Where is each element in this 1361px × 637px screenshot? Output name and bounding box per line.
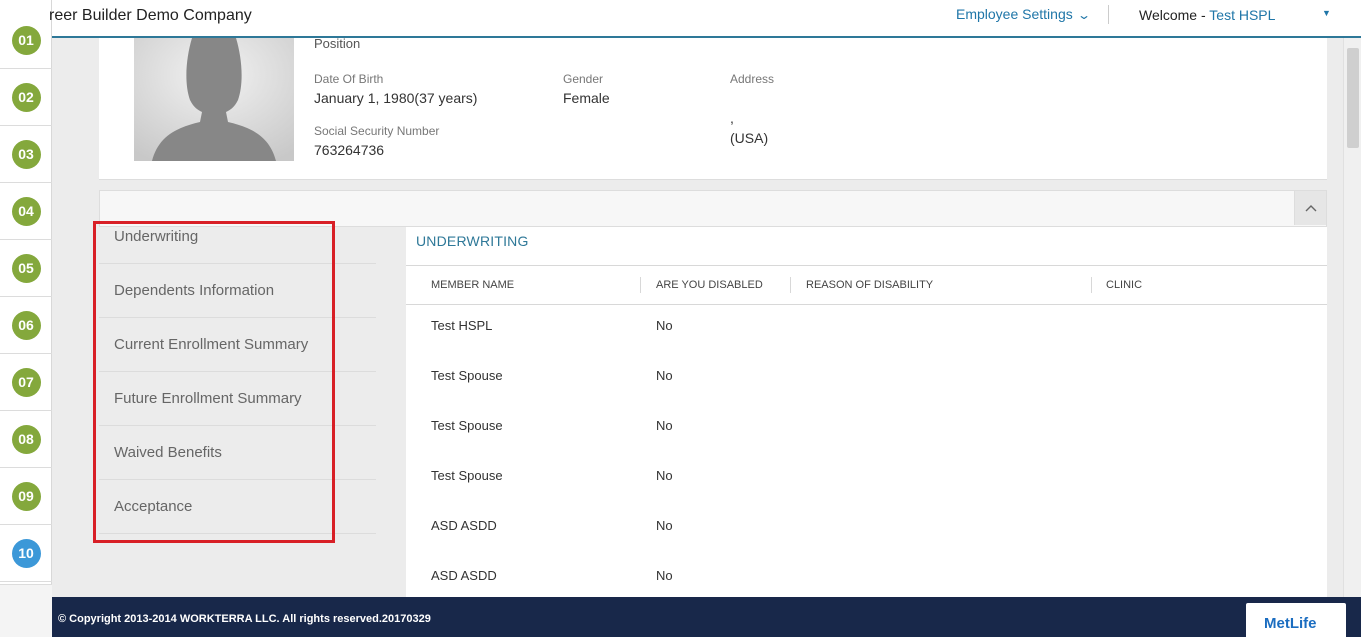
step-number: 09 <box>11 481 41 511</box>
disabled-cell: No <box>656 318 673 333</box>
step-number: 08 <box>11 424 41 454</box>
menu-item-current-enrollment-summary[interactable]: Current Enrollment Summary <box>99 318 376 372</box>
member-name-cell: ASD ASDD <box>431 518 497 533</box>
avatar <box>134 38 294 161</box>
step-05[interactable]: 05 <box>0 240 52 297</box>
step-number: 07 <box>11 367 41 397</box>
welcome-label: Welcome - <box>1139 7 1210 23</box>
brand-name: MetLife <box>1264 615 1317 632</box>
employee-settings-label: Employee Settings <box>956 6 1073 22</box>
dob-value: January 1, 1980(37 years) <box>314 90 478 106</box>
table-row: Test HSPL No <box>406 318 1327 368</box>
step-04[interactable]: 04 <box>0 183 52 240</box>
table-row: Test Spouse No <box>406 418 1327 468</box>
chevron-down-icon: ⌄ <box>1076 8 1091 22</box>
menu-item-waived-benefits[interactable]: Waived Benefits <box>99 426 376 480</box>
company-name: reer Builder Demo Company <box>49 7 252 24</box>
collapse-button[interactable] <box>1294 191 1326 225</box>
address-line-2: (USA) <box>730 130 769 146</box>
disabled-cell: No <box>656 418 673 433</box>
metlife-logo: MetLife <box>1246 603 1346 637</box>
step-number: 03 <box>11 139 41 169</box>
gender-value: Female <box>563 90 610 106</box>
step-10[interactable]: 10 <box>0 525 52 582</box>
section-menu: Underwriting Dependents Information Curr… <box>99 227 376 534</box>
member-name-cell: ASD ASDD <box>431 568 497 583</box>
chevron-up-icon <box>1305 205 1316 212</box>
step-01[interactable]: 01 <box>0 12 52 69</box>
menu-item-acceptance[interactable]: Acceptance <box>99 480 376 534</box>
column-header-member-name: MEMBER NAME <box>431 279 515 291</box>
rail-footer <box>0 584 52 637</box>
position-label: Position <box>314 36 361 51</box>
disabled-cell: No <box>656 568 673 583</box>
step-number: 01 <box>11 25 41 55</box>
column-header-reason-of-disability: REASON OF DISABILITY <box>806 279 934 291</box>
address-line-1: , <box>730 110 734 126</box>
step-08[interactable]: 08 <box>0 411 52 468</box>
step-number: 06 <box>11 310 41 340</box>
section-collapse-bar <box>99 190 1327 227</box>
member-name-cell: Test HSPL <box>431 318 493 333</box>
header-divider <box>406 304 1327 305</box>
disabled-cell: No <box>656 468 673 483</box>
member-name-cell: Test Spouse <box>431 418 503 433</box>
welcome-text: Welcome - Test HSPL <box>1139 7 1275 23</box>
step-number: 02 <box>11 82 41 112</box>
step-07[interactable]: 07 <box>0 354 52 411</box>
step-03[interactable]: 03 <box>0 126 52 183</box>
silhouette-icon <box>134 38 294 161</box>
divider <box>406 265 1327 266</box>
menu-item-future-enrollment-summary[interactable]: Future Enrollment Summary <box>99 372 376 426</box>
step-06[interactable]: 06 <box>0 297 52 354</box>
disabled-cell: No <box>656 368 673 383</box>
column-header-clinic: CLINIC <box>1106 279 1143 291</box>
table-row: ASD ASDD No <box>406 518 1327 568</box>
table-row: Test Spouse No <box>406 468 1327 518</box>
ssn-value: 763264736 <box>314 142 385 158</box>
table-row: Test Spouse No <box>406 368 1327 418</box>
user-name-link[interactable]: Test HSPL <box>1209 7 1275 23</box>
dob-label: Date Of Birth <box>314 72 384 86</box>
step-02[interactable]: 02 <box>0 69 52 126</box>
disabled-cell: No <box>656 518 673 533</box>
scrollbar-thumb[interactable] <box>1347 48 1359 148</box>
member-name-cell: Test Spouse <box>431 368 503 383</box>
table-row: ASD ASDD No <box>406 568 1327 597</box>
underwriting-panel: UNDERWRITING MEMBER NAME ARE YOU DISABLE… <box>406 227 1327 597</box>
top-header: reer Builder Demo Company Employee Setti… <box>49 0 1361 38</box>
step-number: 05 <box>11 253 41 283</box>
step-rail: 01 02 03 04 05 06 07 08 09 10 <box>0 0 52 637</box>
column-divider <box>790 277 791 293</box>
menu-item-dependents-information[interactable]: Dependents Information <box>99 264 376 318</box>
header-divider <box>1108 5 1109 24</box>
address-label: Address <box>730 72 775 86</box>
panel-title: UNDERWRITING <box>416 233 529 249</box>
column-header-are-you-disabled: ARE YOU DISABLED <box>656 279 763 291</box>
caret-down-icon[interactable]: ▼ <box>1322 8 1331 18</box>
step-number-active: 10 <box>11 538 41 568</box>
employee-settings-menu[interactable]: Employee Settings ⌄ <box>956 6 1091 22</box>
page-scrollbar[interactable] <box>1343 38 1361 597</box>
column-divider <box>640 277 641 293</box>
step-number: 04 <box>11 196 41 226</box>
ssn-label: Social Security Number <box>314 124 440 138</box>
member-name-cell: Test Spouse <box>431 468 503 483</box>
copyright-text: © Copyright 2013-2014 WORKTERRA LLC. All… <box>58 613 431 625</box>
gender-label: Gender <box>563 72 604 86</box>
menu-item-underwriting[interactable]: Underwriting <box>99 227 376 264</box>
page-footer: © Copyright 2013-2014 WORKTERRA LLC. All… <box>52 597 1361 637</box>
column-divider <box>1091 277 1092 293</box>
employee-profile-card: Position Date Of Birth January 1, 1980(3… <box>99 36 1327 180</box>
step-09[interactable]: 09 <box>0 468 52 525</box>
